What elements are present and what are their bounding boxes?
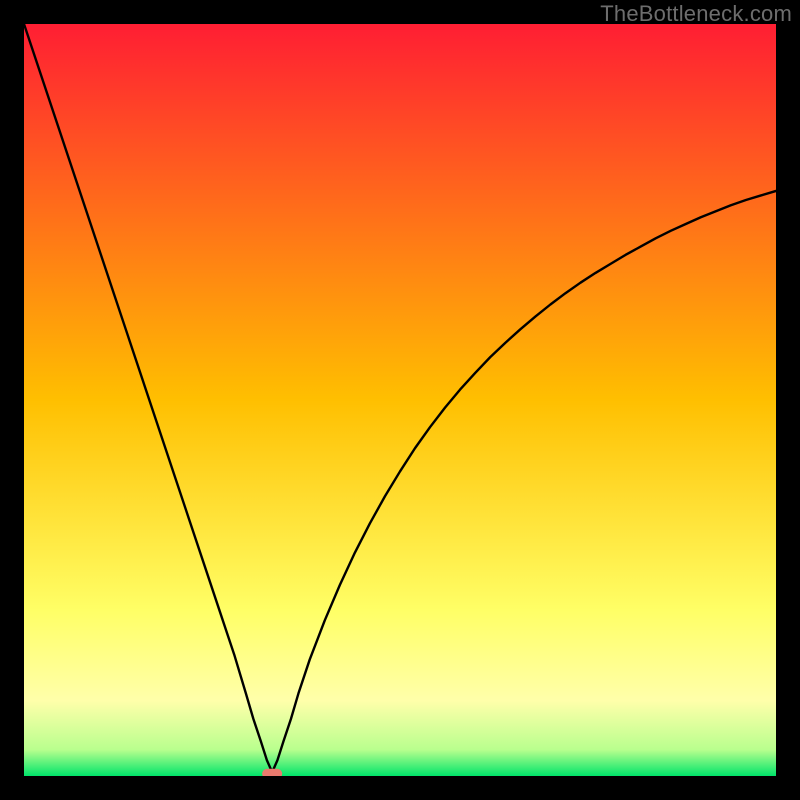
chart-plot <box>24 24 776 776</box>
chart-frame: TheBottleneck.com <box>0 0 800 800</box>
gradient-background <box>24 24 776 776</box>
min-marker <box>262 769 282 776</box>
